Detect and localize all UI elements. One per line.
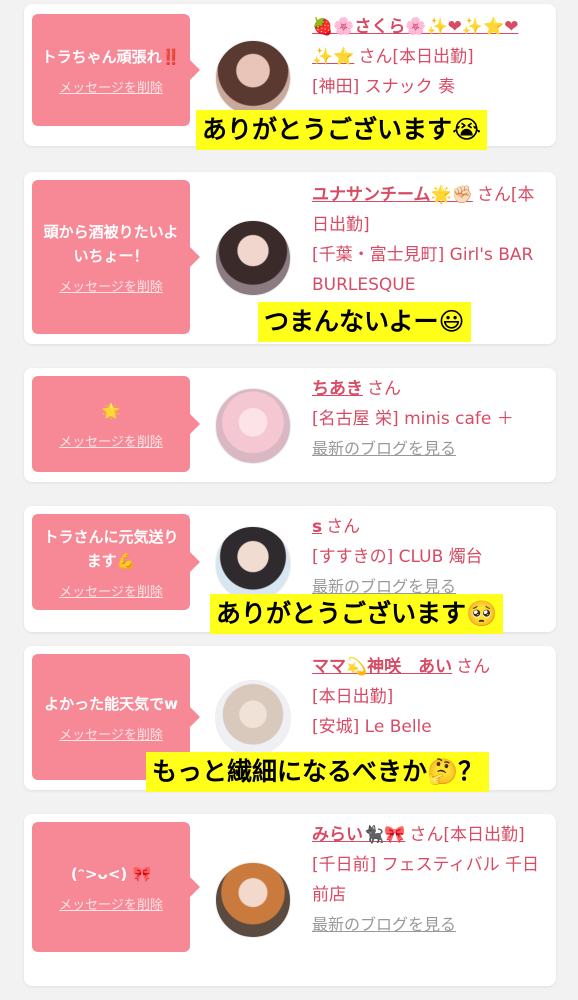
message-text: 頭から酒被りたいよいちょー！ [43,222,179,265]
message-text: トラちゃん頑張れ‼️ [41,47,181,66]
cast-info: 🍓🌸さくら🌸✨❤✨⭐❤✨⭐ さん[本日出勤] [神田] スナック 奏 [312,12,544,102]
cast-name-link[interactable]: ちあき [312,379,363,399]
message-bubble: トラちゃん頑張れ‼️ メッセージを削除 [32,14,200,126]
cast-info: ママ💫神咲 あい さん [本日出勤] [安城] Le Belle [312,652,544,742]
shop-name: [千葉・富士見町] Girl's BAR BURLESQUE [312,245,534,295]
overlay-caption: つまんないよー😃 [258,302,471,342]
honorific: さん [358,47,393,67]
work-status: [本日出勤] [392,47,474,67]
avatar[interactable] [215,862,291,938]
overlay-caption: もっと繊細になるべきか🤔？ [146,752,490,792]
delete-message-link[interactable]: メッセージを削除 [59,724,163,743]
delete-message-link[interactable]: メッセージを削除 [59,894,163,913]
delete-message-link[interactable]: メッセージを削除 [59,581,163,600]
overlay-caption: ありがとうございます😭 [196,110,488,150]
cast-info: みらい🐈‍⬛🎀 さん[本日出勤] [千日前] フェスティバル 千日前店 最新のブロ… [312,820,544,940]
message-card: 🌟 メッセージを削除 ちあき さん [名古屋 栄] minis cafe ＋ 最新… [24,368,556,482]
shop-name: [神田] スナック 奏 [312,77,456,97]
message-text: トラさんに元気送ります💪 [43,527,179,570]
delete-message-link[interactable]: メッセージを削除 [59,77,163,96]
latest-blog-link[interactable]: 最新のブログを見る [312,439,456,458]
honorific: さん [476,185,511,205]
cast-info: ユナサンチーム🌟✊🏻 さん[本日出勤] [千葉・富士見町] Girl's BAR … [312,180,544,300]
work-status: [本日出勤] [443,825,525,845]
delete-message-link[interactable]: メッセージを削除 [59,431,163,450]
honorific: さん [456,657,491,677]
message-text: (ᵔ>ᴗ<) 🎀 [70,864,152,883]
honorific: さん [409,825,444,845]
message-bubble: 🌟 メッセージを削除 [32,376,200,472]
message-text: 🌟 [101,401,121,420]
avatar[interactable] [215,220,291,296]
message-bubble: (ᵔ>ᴗ<) 🎀 メッセージを削除 [32,822,200,952]
cast-name-link[interactable]: ママ💫神咲 あい [312,657,452,677]
overlay-caption: ありがとうございます🥺 [210,594,504,634]
shop-name: [名古屋 栄] minis cafe ＋ [312,409,514,429]
message-bubble: 頭から酒被りたいよいちょー！ メッセージを削除 [32,180,200,334]
avatar[interactable] [215,526,291,602]
cast-name-link[interactable]: s [312,517,322,537]
shop-name: [すすきの] CLUB 燭台 [312,547,483,567]
message-text: よかった能天気でw [44,694,178,713]
latest-blog-link[interactable]: 最新のブログを見る [312,915,456,934]
cast-info: s さん [すすきの] CLUB 燭台 最新のブログを見る [312,512,544,602]
shop-name: [千日前] フェスティバル 千日前店 [312,855,540,905]
shop-name: [安城] Le Belle [312,717,432,737]
cast-info: ちあき さん [名古屋 栄] minis cafe ＋ 最新のブログを見る [312,374,544,464]
work-status: [本日出勤] [312,687,394,707]
avatar[interactable] [215,680,291,756]
cast-name-link[interactable]: みらい🐈‍⬛🎀 [312,825,405,845]
avatar[interactable] [215,40,291,116]
message-card: (ᵔ>ᴗ<) 🎀 メッセージを削除 みらい🐈‍⬛🎀 さん[本日出勤] [千日前] … [24,814,556,986]
avatar[interactable] [215,388,291,464]
cast-name-link[interactable]: ユナサンチーム🌟✊🏻 [312,185,473,205]
honorific: さん [367,379,401,399]
message-bubble: トラさんに元気送ります💪 メッセージを削除 [32,514,200,610]
delete-message-link[interactable]: メッセージを削除 [59,276,163,295]
honorific: さん [326,517,361,537]
